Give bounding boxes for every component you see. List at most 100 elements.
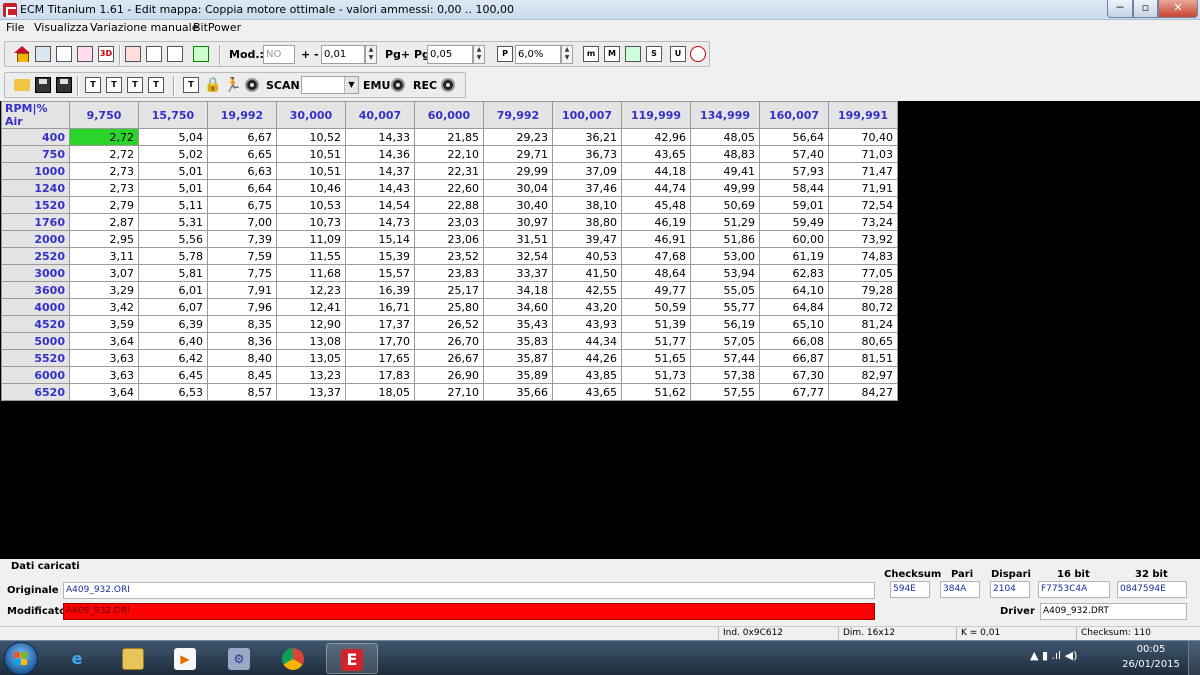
map-cell[interactable]: 5,01 <box>138 179 208 197</box>
map-cell[interactable]: 44,34 <box>552 332 622 350</box>
map-cell[interactable]: 46,91 <box>621 230 691 248</box>
map-cell[interactable]: 21,85 <box>414 128 484 146</box>
map-cell[interactable]: 82,97 <box>828 366 898 384</box>
taskbar-network-button[interactable]: ⚙ <box>214 643 266 674</box>
map-cell[interactable]: 10,51 <box>276 162 346 180</box>
map-cell[interactable]: 7,39 <box>207 230 277 248</box>
map-cell[interactable]: 2,73 <box>69 179 139 197</box>
page-step-field[interactable]: 0,05 <box>427 45 473 64</box>
map-cell[interactable]: 2,72 <box>69 145 139 163</box>
map-cell[interactable]: 73,24 <box>828 213 898 231</box>
map-cell[interactable]: 6,67 <box>207 128 277 146</box>
menu-bitpower[interactable]: BitPower <box>193 21 241 34</box>
map-cell[interactable]: 14,54 <box>345 196 415 214</box>
map-cell[interactable]: 6,64 <box>207 179 277 197</box>
map-cell[interactable]: 39,47 <box>552 230 622 248</box>
map-cell[interactable]: 22,88 <box>414 196 484 214</box>
taskbar-media-button[interactable]: ▶ <box>160 643 212 674</box>
s-icon[interactable]: S <box>646 46 662 62</box>
map-cell[interactable]: 61,19 <box>759 247 829 265</box>
map-cell[interactable]: 72,54 <box>828 196 898 214</box>
save-icon[interactable] <box>35 77 51 93</box>
row-header[interactable]: 4520 <box>1 315 70 333</box>
map-cell[interactable]: 5,56 <box>138 230 208 248</box>
map-cell[interactable]: 14,43 <box>345 179 415 197</box>
map-cell[interactable]: 44,18 <box>621 162 691 180</box>
modificato-file-field[interactable]: A409_932.ORI <box>63 603 875 620</box>
map-cell[interactable]: 26,52 <box>414 315 484 333</box>
map-cell[interactable]: 7,75 <box>207 264 277 282</box>
map-cell[interactable]: 74,83 <box>828 247 898 265</box>
map-cell[interactable]: 57,55 <box>690 383 760 401</box>
row-header[interactable]: 400 <box>1 128 70 146</box>
map-cell[interactable]: 64,84 <box>759 298 829 316</box>
row-header[interactable]: 2000 <box>1 230 70 248</box>
map-cell[interactable]: 14,73 <box>345 213 415 231</box>
map-cell[interactable]: 49,41 <box>690 162 760 180</box>
column-header[interactable]: 15,750 <box>138 101 208 129</box>
map-cell[interactable]: 8,36 <box>207 332 277 350</box>
page-step-spinner[interactable]: ▲ ▼ <box>473 45 485 64</box>
map-cell[interactable]: 25,17 <box>414 281 484 299</box>
map-cell[interactable]: 46,19 <box>621 213 691 231</box>
map-cell[interactable]: 65,10 <box>759 315 829 333</box>
map-cell[interactable]: 71,03 <box>828 145 898 163</box>
map-cell[interactable]: 22,31 <box>414 162 484 180</box>
close-button[interactable]: ✕ <box>1158 0 1198 18</box>
map-cell[interactable]: 51,29 <box>690 213 760 231</box>
map-cell[interactable]: 81,51 <box>828 349 898 367</box>
map-cell[interactable]: 73,92 <box>828 230 898 248</box>
map-cell[interactable]: 44,26 <box>552 349 622 367</box>
map-cell[interactable]: 8,45 <box>207 366 277 384</box>
map-cell[interactable]: 18,05 <box>345 383 415 401</box>
map-cell[interactable]: 7,96 <box>207 298 277 316</box>
map-cell[interactable]: 50,59 <box>621 298 691 316</box>
taskbar-ecm-button[interactable]: E <box>326 643 378 674</box>
3d-view-icon[interactable]: 3D <box>98 46 114 62</box>
map-cell[interactable]: 70,40 <box>828 128 898 146</box>
map-cell[interactable]: 10,46 <box>276 179 346 197</box>
map-cell[interactable]: 2,87 <box>69 213 139 231</box>
map-cell[interactable]: 23,03 <box>414 213 484 231</box>
row-header[interactable]: 1520 <box>1 196 70 214</box>
graph-icon[interactable] <box>77 46 93 62</box>
map-cell[interactable]: 38,10 <box>552 196 622 214</box>
map-cell[interactable]: 32,54 <box>483 247 553 265</box>
map-cell[interactable]: 2,95 <box>69 230 139 248</box>
map-cell[interactable]: 3,42 <box>69 298 139 316</box>
map-cell[interactable]: 3,07 <box>69 264 139 282</box>
column-header[interactable]: 79,992 <box>483 101 553 129</box>
map-cell[interactable]: 51,77 <box>621 332 691 350</box>
map-cell[interactable]: 5,11 <box>138 196 208 214</box>
map-cell[interactable]: 30,04 <box>483 179 553 197</box>
map-cell[interactable]: 10,53 <box>276 196 346 214</box>
clock-date[interactable]: 26/01/2015 <box>1118 659 1184 670</box>
clock-time[interactable]: 00:05 <box>1126 644 1176 655</box>
map-cell[interactable]: 48,64 <box>621 264 691 282</box>
map-cell[interactable]: 10,51 <box>276 145 346 163</box>
map-cell[interactable]: 26,90 <box>414 366 484 384</box>
row-header[interactable]: 1760 <box>1 213 70 231</box>
taskbar-explorer-button[interactable] <box>108 643 160 674</box>
map-cell[interactable]: 43,93 <box>552 315 622 333</box>
map-cell[interactable]: 38,80 <box>552 213 622 231</box>
row-header[interactable]: 6520 <box>1 383 70 401</box>
map-cell[interactable]: 71,47 <box>828 162 898 180</box>
row-header[interactable]: 5000 <box>1 332 70 350</box>
column-header[interactable]: 134,999 <box>690 101 760 129</box>
map-cell[interactable]: 35,43 <box>483 315 553 333</box>
map-cell[interactable]: 13,08 <box>276 332 346 350</box>
map-cell[interactable]: 66,87 <box>759 349 829 367</box>
map-cell[interactable]: 6,63 <box>207 162 277 180</box>
map-cell[interactable]: 6,75 <box>207 196 277 214</box>
map-cell[interactable]: 55,77 <box>690 298 760 316</box>
map-cell[interactable]: 84,27 <box>828 383 898 401</box>
map-cell[interactable]: 15,14 <box>345 230 415 248</box>
menu-variazione-manuale[interactable]: Variazione manuale <box>90 21 199 34</box>
map-cell[interactable]: 34,60 <box>483 298 553 316</box>
map-cell[interactable]: 12,23 <box>276 281 346 299</box>
map-cell[interactable]: 47,68 <box>621 247 691 265</box>
map-cell[interactable]: 43,65 <box>621 145 691 163</box>
map-cell[interactable]: 3,63 <box>69 366 139 384</box>
map-cell[interactable]: 43,65 <box>552 383 622 401</box>
